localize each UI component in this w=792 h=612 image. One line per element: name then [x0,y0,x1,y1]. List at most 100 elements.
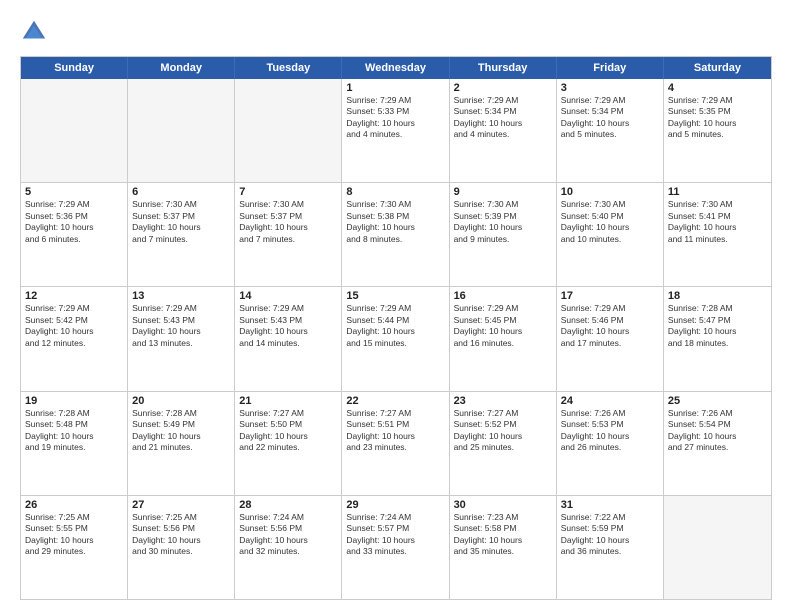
cell-info-line: Sunset: 5:43 PM [239,315,337,326]
cell-info-line: and 25 minutes. [454,442,552,453]
day-cell-27: 27Sunrise: 7:25 AMSunset: 5:56 PMDayligh… [128,496,235,599]
cell-info-line: Sunset: 5:34 PM [561,106,659,117]
cell-info-line: Daylight: 10 hours [25,326,123,337]
cell-info-line: and 5 minutes. [561,129,659,140]
cell-info-line: Daylight: 10 hours [25,222,123,233]
weekday-header-wednesday: Wednesday [342,57,449,79]
day-cell-17: 17Sunrise: 7:29 AMSunset: 5:46 PMDayligh… [557,287,664,390]
cell-info-line: Daylight: 10 hours [346,118,444,129]
cell-info-line: Sunset: 5:59 PM [561,523,659,534]
cell-info-line: and 29 minutes. [25,546,123,557]
day-number: 19 [25,395,123,407]
cell-info-line: Sunrise: 7:30 AM [132,199,230,210]
cell-info-line: and 9 minutes. [454,234,552,245]
cell-info-line: Sunset: 5:34 PM [454,106,552,117]
cell-info-line: Daylight: 10 hours [561,431,659,442]
cell-info-line: Sunset: 5:56 PM [132,523,230,534]
cell-info-line: Daylight: 10 hours [668,118,767,129]
day-number: 12 [25,290,123,302]
day-cell-15: 15Sunrise: 7:29 AMSunset: 5:44 PMDayligh… [342,287,449,390]
cell-info-line: Sunrise: 7:25 AM [132,512,230,523]
cell-info-line: Sunset: 5:50 PM [239,419,337,430]
cell-info-line: Sunset: 5:55 PM [25,523,123,534]
cell-info-line: Daylight: 10 hours [454,326,552,337]
cell-info-line: Daylight: 10 hours [239,535,337,546]
cell-info-line: Daylight: 10 hours [132,222,230,233]
day-cell-30: 30Sunrise: 7:23 AMSunset: 5:58 PMDayligh… [450,496,557,599]
cell-info-line: Sunrise: 7:30 AM [668,199,767,210]
day-cell-12: 12Sunrise: 7:29 AMSunset: 5:42 PMDayligh… [21,287,128,390]
cell-info-line: Sunset: 5:46 PM [561,315,659,326]
weekday-header-sunday: Sunday [21,57,128,79]
day-number: 13 [132,290,230,302]
calendar: SundayMondayTuesdayWednesdayThursdayFrid… [20,56,772,600]
cell-info-line: Daylight: 10 hours [668,326,767,337]
day-cell-21: 21Sunrise: 7:27 AMSunset: 5:50 PMDayligh… [235,392,342,495]
cell-info-line: Daylight: 10 hours [561,222,659,233]
day-number: 18 [668,290,767,302]
day-number: 11 [668,186,767,198]
cell-info-line: Sunrise: 7:29 AM [25,199,123,210]
calendar-row-0: 1Sunrise: 7:29 AMSunset: 5:33 PMDaylight… [21,79,771,182]
day-cell-23: 23Sunrise: 7:27 AMSunset: 5:52 PMDayligh… [450,392,557,495]
cell-info-line: and 15 minutes. [346,338,444,349]
cell-info-line: Daylight: 10 hours [346,326,444,337]
cell-info-line: and 18 minutes. [668,338,767,349]
day-cell-29: 29Sunrise: 7:24 AMSunset: 5:57 PMDayligh… [342,496,449,599]
day-number: 21 [239,395,337,407]
cell-info-line: and 7 minutes. [132,234,230,245]
cell-info-line: and 19 minutes. [25,442,123,453]
cell-info-line: Daylight: 10 hours [25,431,123,442]
weekday-header-saturday: Saturday [664,57,771,79]
cell-info-line: Sunset: 5:57 PM [346,523,444,534]
logo-icon [20,18,48,46]
cell-info-line: Sunset: 5:33 PM [346,106,444,117]
day-number: 4 [668,82,767,94]
cell-info-line: Sunset: 5:43 PM [132,315,230,326]
day-cell-26: 26Sunrise: 7:25 AMSunset: 5:55 PMDayligh… [21,496,128,599]
day-cell-6: 6Sunrise: 7:30 AMSunset: 5:37 PMDaylight… [128,183,235,286]
day-cell-16: 16Sunrise: 7:29 AMSunset: 5:45 PMDayligh… [450,287,557,390]
cell-info-line: Sunset: 5:54 PM [668,419,767,430]
day-cell-13: 13Sunrise: 7:29 AMSunset: 5:43 PMDayligh… [128,287,235,390]
empty-cell [128,79,235,182]
cell-info-line: Sunset: 5:42 PM [25,315,123,326]
cell-info-line: Sunset: 5:37 PM [239,211,337,222]
cell-info-line: and 30 minutes. [132,546,230,557]
day-cell-11: 11Sunrise: 7:30 AMSunset: 5:41 PMDayligh… [664,183,771,286]
cell-info-line: Daylight: 10 hours [132,431,230,442]
calendar-row-1: 5Sunrise: 7:29 AMSunset: 5:36 PMDaylight… [21,182,771,286]
cell-info-line: Daylight: 10 hours [239,222,337,233]
cell-info-line: Daylight: 10 hours [239,431,337,442]
cell-info-line: Sunrise: 7:29 AM [239,303,337,314]
weekday-header-thursday: Thursday [450,57,557,79]
cell-info-line: Daylight: 10 hours [454,118,552,129]
cell-info-line: Sunrise: 7:24 AM [239,512,337,523]
day-number: 1 [346,82,444,94]
day-number: 26 [25,499,123,511]
cell-info-line: and 14 minutes. [239,338,337,349]
day-cell-28: 28Sunrise: 7:24 AMSunset: 5:56 PMDayligh… [235,496,342,599]
cell-info-line: and 36 minutes. [561,546,659,557]
cell-info-line: Sunrise: 7:26 AM [561,408,659,419]
day-number: 14 [239,290,337,302]
cell-info-line: and 16 minutes. [454,338,552,349]
day-cell-7: 7Sunrise: 7:30 AMSunset: 5:37 PMDaylight… [235,183,342,286]
cell-info-line: Sunset: 5:36 PM [25,211,123,222]
day-cell-1: 1Sunrise: 7:29 AMSunset: 5:33 PMDaylight… [342,79,449,182]
cell-info-line: Sunset: 5:44 PM [346,315,444,326]
calendar-row-4: 26Sunrise: 7:25 AMSunset: 5:55 PMDayligh… [21,495,771,599]
cell-info-line: Sunset: 5:58 PM [454,523,552,534]
day-number: 22 [346,395,444,407]
cell-info-line: Sunset: 5:40 PM [561,211,659,222]
cell-info-line: Daylight: 10 hours [132,535,230,546]
day-number: 16 [454,290,552,302]
empty-cell [21,79,128,182]
cell-info-line: and 4 minutes. [454,129,552,140]
cell-info-line: Sunset: 5:41 PM [668,211,767,222]
day-number: 8 [346,186,444,198]
cell-info-line: Sunrise: 7:25 AM [25,512,123,523]
day-number: 7 [239,186,337,198]
cell-info-line: Sunrise: 7:24 AM [346,512,444,523]
cell-info-line: Daylight: 10 hours [346,535,444,546]
